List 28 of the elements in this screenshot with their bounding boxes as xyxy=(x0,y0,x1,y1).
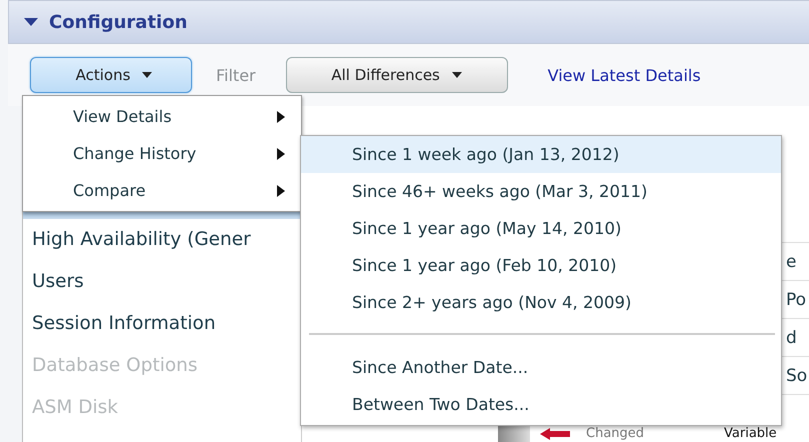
menu-item[interactable]: Since 46+ weeks ago (Mar 3, 2011) xyxy=(301,173,781,210)
menu-item[interactable]: Between Two Dates... xyxy=(301,386,781,423)
actions-button[interactable]: Actions xyxy=(30,57,192,93)
caret-icon xyxy=(452,72,462,78)
menu-item[interactable]: Compare xyxy=(23,172,301,209)
table-cell: So xyxy=(786,366,808,386)
filter-dropdown[interactable]: All Differences xyxy=(286,57,508,93)
table-cell: d xyxy=(786,328,797,348)
menu-item[interactable]: Since 1 year ago (May 14, 2010) xyxy=(301,210,781,247)
menu-item[interactable]: View Details xyxy=(23,98,301,135)
status-text: Changed xyxy=(586,426,644,442)
table-cell: e xyxy=(786,252,796,272)
filter-label: Filter xyxy=(216,66,256,84)
arrow-icon xyxy=(540,428,570,440)
caret-icon xyxy=(142,72,152,78)
collapse-icon[interactable] xyxy=(23,16,39,28)
navigation-item[interactable]: Session Information xyxy=(23,303,216,345)
table-cell: Variable xyxy=(724,426,777,442)
section-title: Configuration xyxy=(49,12,188,32)
navigation-item[interactable]: High Availability (Gener xyxy=(23,219,251,261)
menu-item[interactable]: Since Another Date... xyxy=(301,349,781,386)
table-cell: Po xyxy=(786,290,806,310)
view-details-link[interactable]: View Latest Details xyxy=(548,66,701,84)
navigation-item[interactable]: Users xyxy=(23,261,84,303)
menu-item[interactable]: Change History xyxy=(23,135,301,172)
menu-item[interactable]: Since 2+ years ago (Nov 4, 2009) xyxy=(301,284,781,321)
menu-item[interactable]: Since 1 year ago (Feb 10, 2010) xyxy=(301,247,781,284)
menu-item[interactable]: Since 1 week ago (Jan 13, 2012) xyxy=(301,136,781,173)
